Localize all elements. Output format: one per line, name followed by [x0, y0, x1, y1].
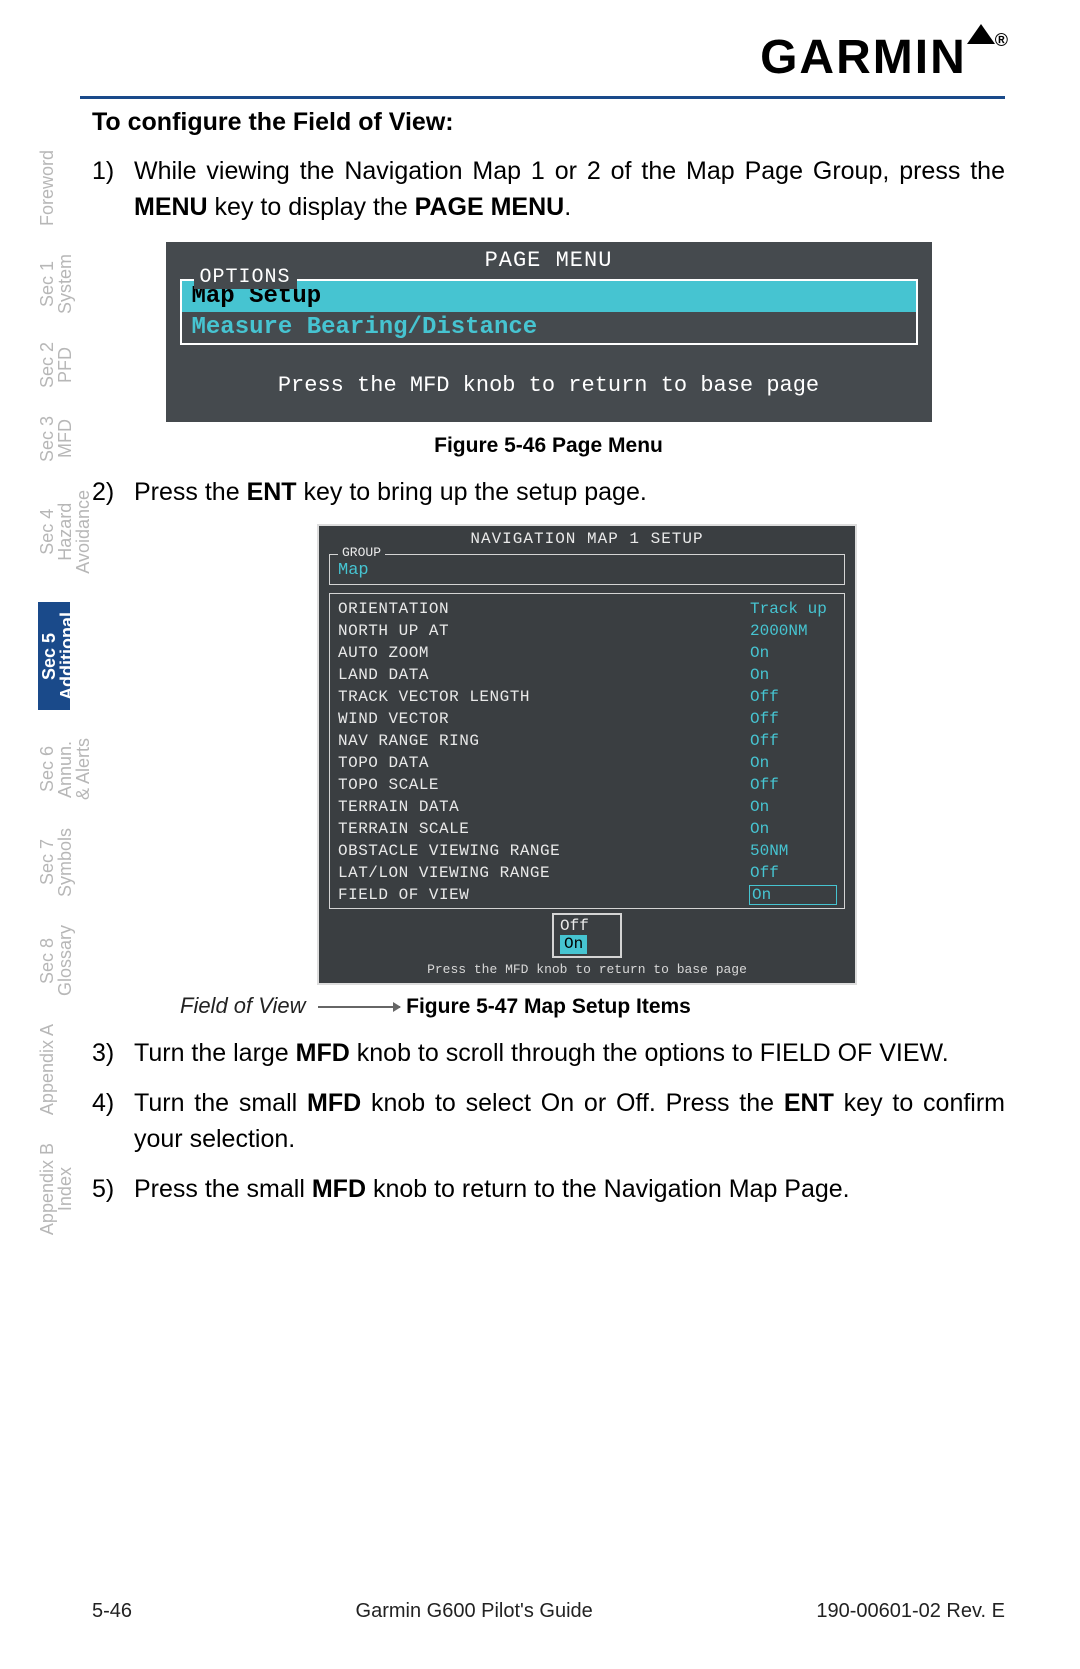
setup-label: LAT/LON VIEWING RANGE [338, 864, 550, 882]
step-number: 4) [92, 1085, 134, 1158]
section-tabs: Foreword Sec 1 System Sec 2 PFD Sec 3 MFD Se… [38, 150, 70, 1235]
procedure-heading: To configure the Field of View: [92, 108, 1005, 137]
page-content: To configure the Field of View: 1) While… [92, 108, 1005, 1222]
setup-label: TOPO SCALE [338, 776, 439, 794]
step-number: 2) [92, 474, 134, 510]
page-menu-hint: Press the MFD knob to return to base pag… [166, 373, 932, 398]
setup-label: FIELD OF VIEW [338, 886, 469, 904]
step-text: Turn the small MFD knob to select On or … [134, 1085, 1005, 1158]
setup-value[interactable]: Off [750, 710, 836, 728]
popup-on[interactable]: On [560, 935, 587, 953]
page-number: 5-46 [92, 1600, 132, 1623]
setup-row[interactable]: WIND VECTOR Off [336, 708, 838, 730]
section-tab[interactable]: Sec 7 Symbols [38, 828, 70, 897]
setup-row[interactable]: TOPO DATA On [336, 752, 838, 774]
setup-row[interactable]: TRACK VECTOR LENGTH Off [336, 686, 838, 708]
step-text: Press the ENT key to bring up the setup … [134, 474, 1005, 510]
setup-value[interactable]: On [750, 644, 836, 662]
nav-map-setup-screenshot: NAVIGATION MAP 1 SETUP GROUP Map ORIENTA… [317, 524, 857, 985]
header-rule [80, 96, 1005, 99]
options-legend: OPTIONS [194, 266, 297, 289]
setup-value[interactable]: On [750, 798, 836, 816]
setup-row[interactable]: TERRAIN SCALE On [336, 818, 838, 840]
on-off-popup[interactable]: Off On [552, 913, 622, 958]
garmin-logo: GARMIN® [760, 30, 1010, 85]
setup-label: ORIENTATION [338, 600, 449, 618]
step-text: Turn the large MFD knob to scroll throug… [134, 1035, 1005, 1071]
setup-value[interactable]: Off [750, 732, 836, 750]
setup-label: TRACK VECTOR LENGTH [338, 688, 530, 706]
setup-label: AUTO ZOOM [338, 644, 429, 662]
group-legend: GROUP [338, 545, 385, 560]
step-text: Press the small MFD knob to return to th… [134, 1171, 1005, 1207]
section-tab[interactable]: Foreword [38, 150, 70, 226]
page-footer: 5-46 Garmin G600 Pilot's Guide 190-00601… [92, 1600, 1005, 1623]
setup-row[interactable]: TOPO SCALE Off [336, 774, 838, 796]
doc-title: Garmin G600 Pilot's Guide [356, 1600, 593, 1623]
setup-row[interactable]: FIELD OF VIEW On [336, 884, 838, 906]
setup-label: WIND VECTOR [338, 710, 449, 728]
popup-off[interactable]: Off [560, 917, 614, 935]
setup-row[interactable]: NORTH UP AT 2000NM [336, 620, 838, 642]
page-menu-screenshot: PAGE MENU OPTIONS Map Setup Measure Bear… [164, 240, 934, 424]
group-box: GROUP Map [329, 554, 845, 585]
nav-setup-hint: Press the MFD knob to return to base pag… [319, 962, 855, 977]
setup-row[interactable]: ORIENTATION Track up [336, 598, 838, 620]
setup-value[interactable]: 50NM [750, 842, 836, 860]
setup-row[interactable]: TERRAIN DATA On [336, 796, 838, 818]
setup-label: LAND DATA [338, 666, 429, 684]
setup-label: TOPO DATA [338, 754, 429, 772]
section-tab[interactable]: Sec 5 Additional Features [38, 602, 70, 710]
procedure-steps: 1) While viewing the Navigation Map 1 or… [92, 153, 1005, 226]
setup-value[interactable]: On [750, 820, 836, 838]
setup-label: NORTH UP AT [338, 622, 449, 640]
setup-label: NAV RANGE RING [338, 732, 479, 750]
callout-arrow [318, 1006, 400, 1008]
setup-value[interactable]: Track up [750, 600, 836, 618]
options-box: OPTIONS Map Setup Measure Bearing/Distan… [180, 279, 918, 345]
group-value[interactable]: Map [338, 561, 369, 580]
section-tab[interactable]: Appendix B Index [38, 1143, 70, 1235]
step-number: 1) [92, 153, 134, 226]
setup-row[interactable]: LAT/LON VIEWING RANGE Off [336, 862, 838, 884]
section-tab[interactable]: Sec 1 System [38, 254, 70, 314]
step-number: 3) [92, 1035, 134, 1071]
setup-value[interactable]: On [750, 666, 836, 684]
step-text: While viewing the Navigation Map 1 or 2 … [134, 153, 1005, 226]
setup-items-list: ORIENTATION Track up NORTH UP AT 2000NM AUTO… [329, 593, 845, 909]
setup-label: OBSTACLE VIEWING RANGE [338, 842, 560, 860]
setup-value[interactable]: 2000NM [750, 622, 836, 640]
field-of-view-callout: Field of View [180, 993, 306, 1019]
setup-value[interactable]: Off [750, 688, 836, 706]
option-measure[interactable]: Measure Bearing/Distance [182, 312, 916, 343]
section-tab[interactable]: Sec 6 Annun. & Alerts [38, 738, 70, 800]
figure-caption-1: Figure 5-46 Page Menu [92, 434, 1005, 458]
setup-row[interactable]: LAND DATA On [336, 664, 838, 686]
section-tab[interactable]: Sec 3 MFD [38, 416, 70, 462]
procedure-steps: 2) Press the ENT key to bring up the set… [92, 474, 1005, 510]
procedure-steps: 3) Turn the large MFD knob to scroll thr… [92, 1035, 1005, 1208]
section-tab[interactable]: Appendix A [38, 1024, 70, 1115]
nav-map-setup-figure: Field of View NAVIGATION MAP 1 SETUP GRO… [92, 524, 1005, 985]
setup-label: TERRAIN SCALE [338, 820, 469, 838]
section-tab[interactable]: Sec 2 PFD [38, 342, 70, 388]
doc-rev: 190-00601-02 Rev. E [816, 1600, 1005, 1623]
step-number: 5) [92, 1171, 134, 1207]
setup-value[interactable]: On [750, 886, 836, 904]
setup-value[interactable]: Off [750, 864, 836, 882]
section-tab[interactable]: Sec 8 Glossary [38, 925, 70, 996]
section-tab[interactable]: Sec 4 Hazard Avoidance [38, 490, 70, 574]
nav-setup-title: NAVIGATION MAP 1 SETUP [319, 526, 855, 554]
setup-value[interactable]: On [750, 754, 836, 772]
setup-row[interactable]: OBSTACLE VIEWING RANGE 50NM [336, 840, 838, 862]
setup-label: TERRAIN DATA [338, 798, 459, 816]
setup-row[interactable]: NAV RANGE RING Off [336, 730, 838, 752]
setup-row[interactable]: AUTO ZOOM On [336, 642, 838, 664]
setup-value[interactable]: Off [750, 776, 836, 794]
